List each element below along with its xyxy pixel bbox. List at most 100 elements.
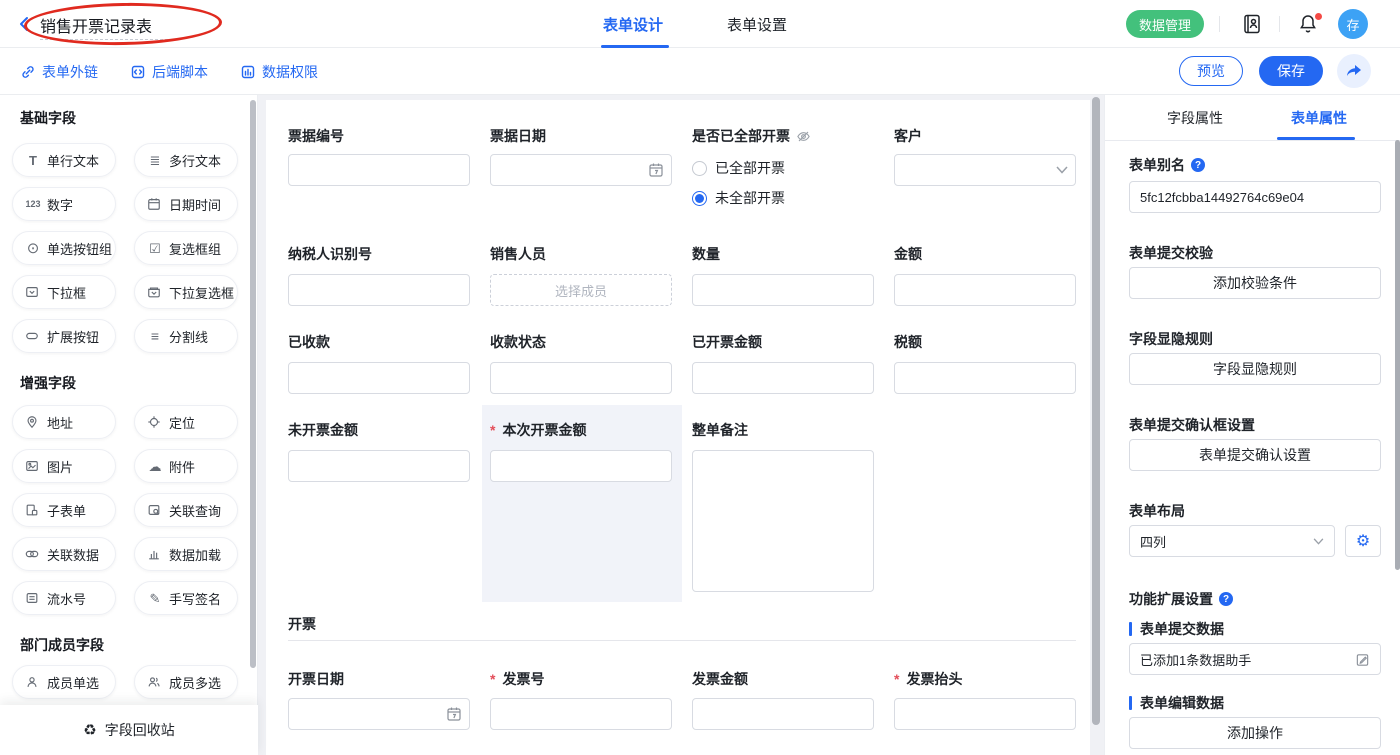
- contacts-icon[interactable]: [1240, 12, 1264, 36]
- share-button[interactable]: [1337, 54, 1371, 88]
- select-member-button[interactable]: 选择成员: [490, 274, 672, 306]
- invoice-no-input[interactable]: [490, 698, 672, 730]
- tax-id-input[interactable]: [288, 274, 470, 306]
- form-external-link[interactable]: 表单外链: [20, 62, 98, 82]
- order-remark-textarea[interactable]: [692, 450, 874, 592]
- tab-form-properties[interactable]: 表单属性: [1291, 108, 1347, 128]
- field-label-bill-date[interactable]: 票据日期: [490, 126, 546, 146]
- radio-option-all-invoiced[interactable]: 已全部开票: [692, 158, 785, 178]
- field-item-single-line-text[interactable]: T单行文本: [12, 143, 116, 177]
- add-action-button[interactable]: 添加操作: [1129, 717, 1381, 749]
- field-label-bill-no[interactable]: 票据编号: [288, 126, 344, 146]
- field-item-dropdown[interactable]: 下拉框: [12, 275, 116, 309]
- edit-icon[interactable]: [1355, 652, 1370, 667]
- page-title[interactable]: 销售开票记录表: [40, 13, 152, 37]
- field-label-invoice-amount[interactable]: 发票金额: [692, 669, 748, 689]
- field-item-image[interactable]: 图片: [12, 449, 116, 483]
- customer-select[interactable]: [894, 154, 1076, 186]
- field-item-linked-data[interactable]: 关联数据: [12, 537, 116, 571]
- add-validation-button[interactable]: 添加校验条件: [1129, 267, 1381, 299]
- field-visibility-button[interactable]: 字段显隐规则: [1129, 353, 1381, 385]
- avatar[interactable]: 存: [1338, 9, 1368, 39]
- layout-settings-gear-button[interactable]: ⚙: [1345, 525, 1381, 557]
- field-item-dropdown-multi[interactable]: 下拉复选框: [134, 275, 238, 309]
- radio-checked[interactable]: [692, 191, 707, 206]
- back-icon[interactable]: [16, 14, 32, 34]
- bill-date-input[interactable]: [490, 154, 672, 186]
- tax-amount-input[interactable]: [894, 362, 1076, 394]
- field-item-attachment[interactable]: ☁附件: [134, 449, 238, 483]
- help-icon[interactable]: ?: [1219, 592, 1233, 606]
- field-item-locate[interactable]: 定位: [134, 405, 238, 439]
- field-item-radio-group[interactable]: ⊙单选按钮组: [12, 231, 116, 265]
- tab-form-settings[interactable]: 表单设置: [727, 14, 787, 35]
- field-label-order-remark[interactable]: 整单备注: [692, 420, 748, 440]
- field-label-amount[interactable]: 金额: [894, 244, 922, 264]
- field-label-current-invoice-amount[interactable]: *本次开票金额: [490, 420, 586, 440]
- blue-bar: [1129, 696, 1132, 710]
- data-permission-link[interactable]: 数据权限: [240, 62, 318, 82]
- recycle-icon: ♻: [83, 721, 96, 739]
- data-manage-button[interactable]: 数据管理: [1126, 10, 1204, 38]
- amount-input[interactable]: [894, 274, 1076, 306]
- field-item-number[interactable]: 123数字: [12, 187, 116, 221]
- canvas-scrollbar[interactable]: [1092, 97, 1100, 725]
- form-layout-select[interactable]: 四列: [1129, 525, 1335, 557]
- quantity-input[interactable]: [692, 274, 874, 306]
- field-recycle-bin[interactable]: ♻ 字段回收站: [0, 705, 258, 755]
- field-label-payment-status[interactable]: 收款状态: [490, 332, 546, 352]
- backend-script-link[interactable]: 后端脚本: [130, 62, 208, 82]
- field-label-invoice-no[interactable]: *发票号: [490, 669, 544, 689]
- field-label-tax-id[interactable]: 纳税人识别号: [288, 244, 372, 264]
- preview-button[interactable]: 预览: [1179, 56, 1243, 86]
- field-label-invoice-title[interactable]: *发票抬头: [894, 669, 962, 689]
- form-alias-input[interactable]: [1129, 181, 1381, 213]
- invoice-date-field[interactable]: [288, 698, 470, 730]
- invoice-date-input[interactable]: [288, 698, 470, 730]
- field-item-checkbox-group[interactable]: ☑复选框组: [134, 231, 238, 265]
- field-label-invoice-date[interactable]: 开票日期: [288, 669, 344, 689]
- field-label-customer[interactable]: 客户: [894, 126, 922, 146]
- field-label-tax-amount[interactable]: 税额: [894, 332, 922, 352]
- field-item-linked-query[interactable]: 关联查询: [134, 493, 238, 527]
- section-title-invoicing[interactable]: 开票: [288, 614, 316, 634]
- radio-option-not-all-invoiced[interactable]: 未全部开票: [692, 188, 785, 208]
- tab-field-properties[interactable]: 字段属性: [1167, 108, 1223, 128]
- field-label-invoiced-amount[interactable]: 已开票金额: [692, 332, 762, 352]
- received-input[interactable]: [288, 362, 470, 394]
- submit-confirm-button[interactable]: 表单提交确认设置: [1129, 439, 1381, 471]
- edit-data-subheader: 表单编辑数据: [1129, 693, 1224, 713]
- current-invoice-amount-input[interactable]: [490, 450, 672, 482]
- field-item-divider[interactable]: ≡分割线: [134, 319, 238, 353]
- payment-status-input[interactable]: [490, 362, 672, 394]
- field-item-datetime[interactable]: 日期时间: [134, 187, 238, 221]
- field-item-multi-line-text[interactable]: ≣多行文本: [134, 143, 238, 177]
- field-label-salesperson[interactable]: 销售人员: [490, 244, 546, 264]
- submit-data-assistant-box[interactable]: 已添加1条数据助手: [1129, 643, 1381, 675]
- save-button[interactable]: 保存: [1259, 56, 1323, 86]
- field-item-extend-button[interactable]: 扩展按钮: [12, 319, 116, 353]
- field-item-serial-number[interactable]: 流水号: [12, 581, 116, 615]
- invoice-title-input[interactable]: [894, 698, 1076, 730]
- field-label-all-invoiced[interactable]: 是否已全部开票: [692, 126, 811, 146]
- field-item-address[interactable]: 地址: [12, 405, 116, 439]
- bill-no-input[interactable]: [288, 154, 470, 186]
- tab-form-design[interactable]: 表单设计: [603, 14, 663, 35]
- field-item-subform[interactable]: 子表单: [12, 493, 116, 527]
- field-item-data-load[interactable]: 数据加载: [134, 537, 238, 571]
- customer-select-input[interactable]: [894, 154, 1076, 186]
- field-label-quantity[interactable]: 数量: [692, 244, 720, 264]
- field-label-uninvoiced-amount[interactable]: 未开票金额: [288, 420, 358, 440]
- field-label-received[interactable]: 已收款: [288, 332, 330, 352]
- bill-date-field[interactable]: [490, 154, 672, 186]
- invoice-amount-input[interactable]: [692, 698, 874, 730]
- sidebar-scrollbar[interactable]: [250, 100, 256, 668]
- uninvoiced-amount-input[interactable]: [288, 450, 470, 482]
- panel-scrollbar[interactable]: [1395, 140, 1400, 570]
- field-item-member-single[interactable]: 成员单选: [12, 665, 116, 699]
- field-item-member-multi[interactable]: 成员多选: [134, 665, 238, 699]
- invoiced-amount-input[interactable]: [692, 362, 874, 394]
- help-icon[interactable]: ?: [1191, 158, 1205, 172]
- field-item-signature[interactable]: ✎手写签名: [134, 581, 238, 615]
- radio-unchecked[interactable]: [692, 161, 707, 176]
